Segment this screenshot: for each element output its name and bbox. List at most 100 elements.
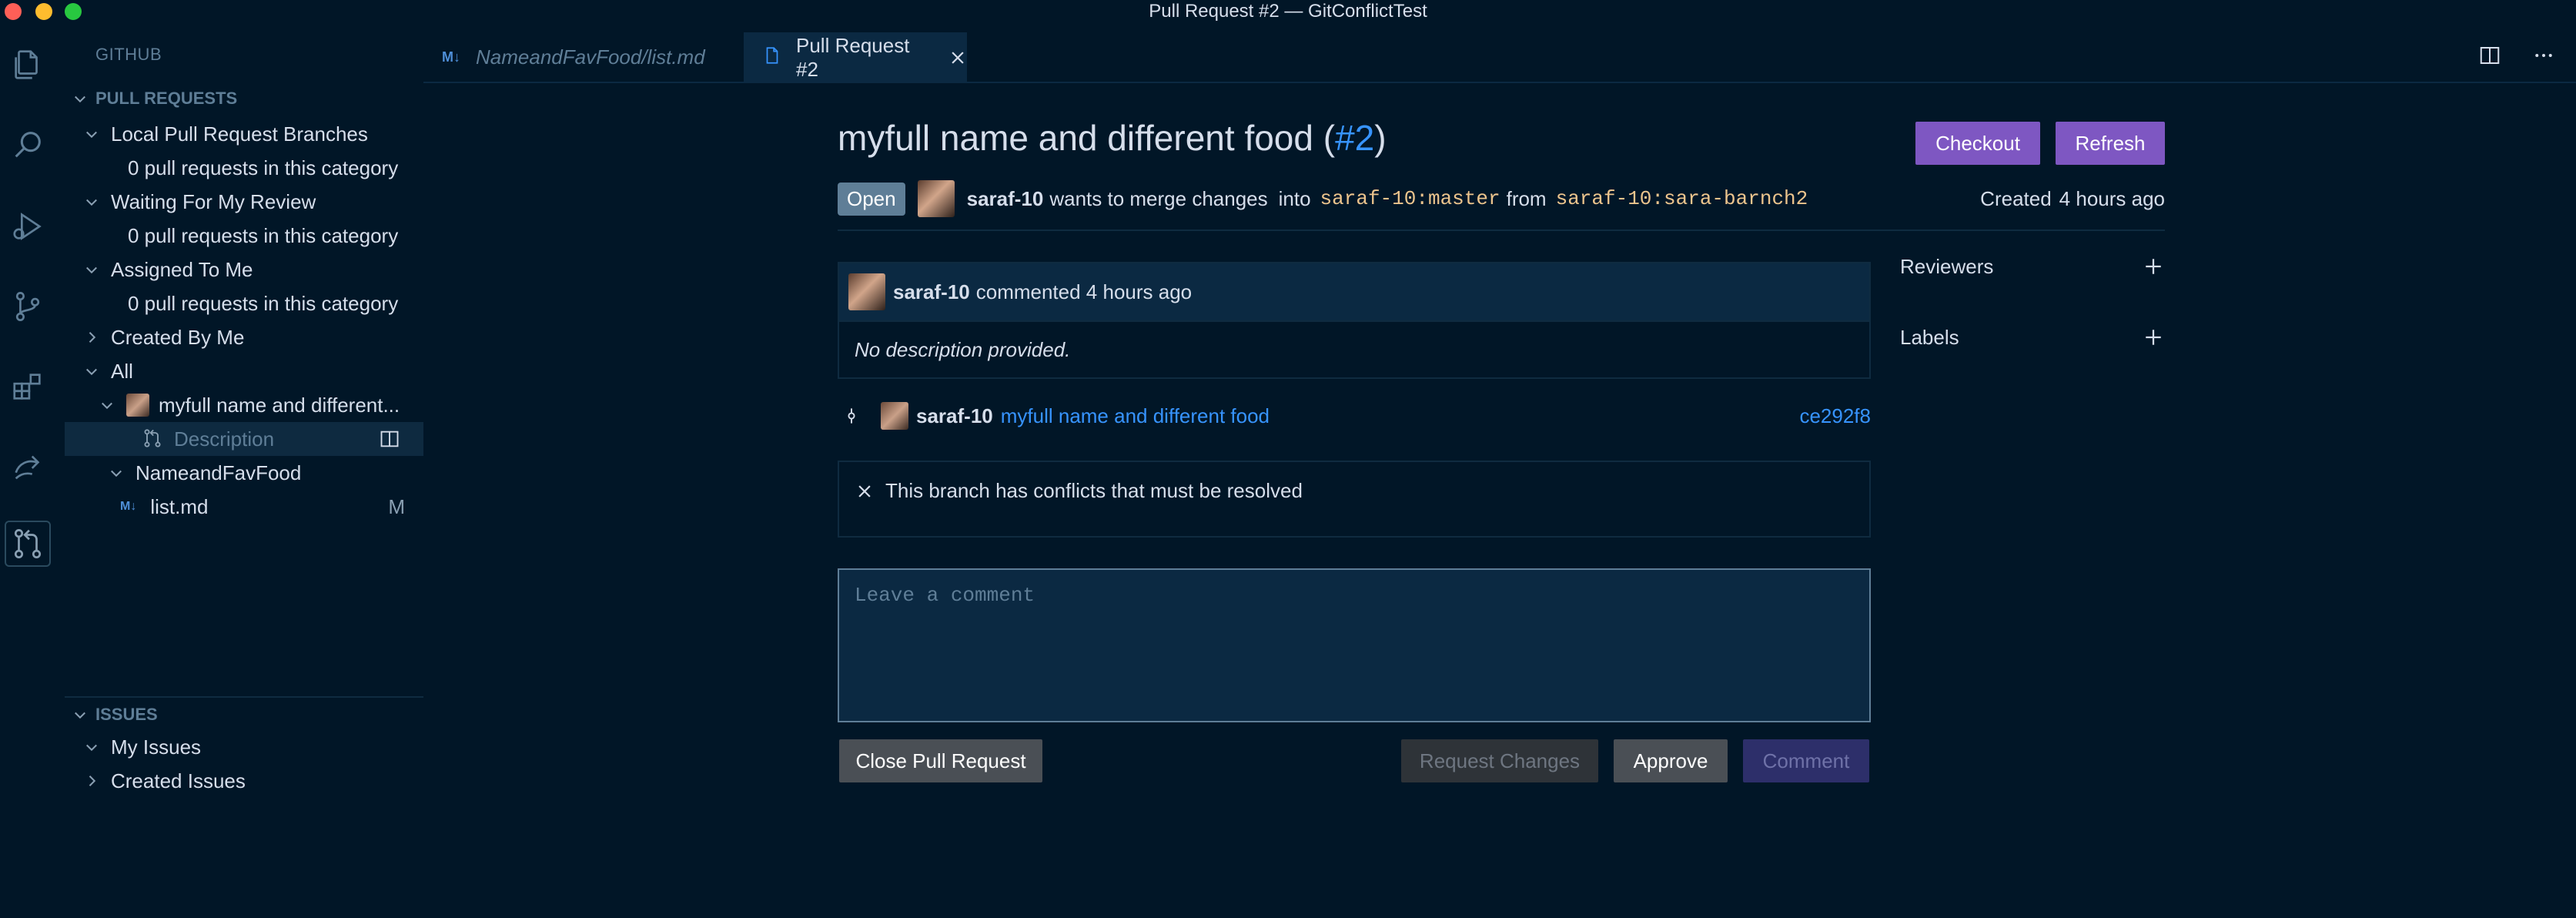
tree-item-empty: 0 pull requests in this category	[65, 219, 423, 253]
tree-item-local-branches[interactable]: Local Pull Request Branches	[65, 117, 423, 151]
reviewers-section: Reviewers	[1900, 245, 2165, 288]
chevron-down-icon	[95, 397, 119, 413]
git-commit-icon	[838, 407, 865, 424]
tree-item-label: Description	[174, 427, 275, 451]
chevron-down-icon	[65, 707, 95, 722]
comment-body: No description provided.	[855, 337, 1071, 361]
tree-item-label: NameandFavFood	[135, 461, 302, 484]
pr-status-row: Open saraf-10 wants to merge changes int…	[838, 177, 1808, 220]
pull-requests-section-header[interactable]: PULL REQUESTS	[65, 83, 237, 114]
author-link[interactable]: saraf-10	[967, 187, 1044, 211]
chevron-down-icon	[65, 91, 95, 106]
avatar	[848, 273, 885, 310]
created-info: Created 4 hours ago	[1980, 177, 2165, 220]
comment-textarea[interactable]	[838, 568, 1871, 722]
activity-bar	[0, 31, 55, 918]
close-icon[interactable]	[949, 49, 967, 67]
tree-item-label: 0 pull requests in this category	[128, 156, 399, 179]
remote-explorer-icon[interactable]	[5, 444, 51, 490]
tab-list-md[interactable]: M↓ NameandFavFood/list.md	[423, 31, 744, 83]
request-changes-button[interactable]: Request Changes	[1401, 739, 1598, 782]
tree-item-my-issues[interactable]: My Issues	[65, 730, 423, 764]
labels-label: Labels	[1900, 325, 1959, 349]
tree-item-label: My Issues	[111, 735, 202, 759]
tree-item-label: 0 pull requests in this category	[128, 291, 399, 315]
file-status-badge: M	[388, 494, 405, 518]
avatar	[917, 180, 955, 217]
merge-status-box: This branch has conflicts that must be r…	[838, 461, 1871, 538]
tab-label: NameandFavFood/list.md	[476, 45, 705, 69]
tab-pull-request[interactable]: Pull Request #2	[744, 31, 967, 83]
refresh-button[interactable]: Refresh	[2056, 122, 2165, 165]
commit-author[interactable]: saraf-10	[916, 404, 993, 428]
created-label: Created	[1980, 186, 2052, 210]
chevron-right-icon	[80, 330, 103, 345]
chevron-down-icon	[80, 364, 103, 379]
window-title: Pull Request #2 — GitConflictTest	[1149, 1, 1427, 22]
merge-text: wants to merge changes	[1049, 186, 1268, 210]
chevron-down-icon	[105, 465, 128, 481]
close-icon	[856, 483, 873, 500]
sidebar-header: GITHUB	[95, 45, 162, 64]
pull-request-icon	[142, 427, 165, 451]
source-control-icon[interactable]	[5, 283, 51, 330]
title-bar: Pull Request #2 — GitConflictTest	[0, 0, 2576, 23]
status-badge: Open	[838, 182, 905, 216]
labels-section: Labels	[1900, 316, 2165, 359]
into-text: into	[1278, 186, 1311, 210]
extensions-icon[interactable]	[5, 364, 51, 410]
tree-item-description[interactable]: Description	[65, 422, 423, 456]
commit-row: saraf-10 myfull name and different food …	[838, 394, 1871, 437]
tree-item-label: Waiting For My Review	[111, 189, 316, 213]
pr-title-text: myfull name and different food (	[838, 118, 1336, 158]
tree-item-label: Created Issues	[111, 769, 246, 792]
tree-item-empty: 0 pull requests in this category	[65, 286, 423, 320]
close-pull-request-button[interactable]: Close Pull Request	[839, 739, 1042, 782]
source-branch: saraf-10:sara-barnch2	[1555, 187, 1808, 210]
tree-item-label: Local Pull Request Branches	[111, 122, 368, 146]
tree-item-all[interactable]: All	[65, 354, 423, 388]
tree-item-label: list.md	[150, 494, 209, 518]
issues-section-header[interactable]: ISSUES	[65, 699, 158, 730]
markdown-icon: M↓	[442, 49, 460, 65]
split-editor-icon[interactable]	[379, 428, 400, 450]
target-branch: saraf-10:master	[1320, 187, 1500, 210]
add-label-icon[interactable]	[2142, 326, 2165, 349]
tab-label: Pull Request #2	[796, 34, 910, 81]
explorer-icon[interactable]	[5, 42, 51, 88]
divider	[838, 230, 2165, 231]
sidebar: GITHUB PULL REQUESTS Local Pull Request …	[65, 31, 423, 918]
avatar	[881, 402, 908, 430]
tree-item-label: Assigned To Me	[111, 257, 253, 281]
tree-item-waiting-review[interactable]: Waiting For My Review	[65, 185, 423, 219]
tree-item-empty: 0 pull requests in this category	[65, 151, 423, 185]
checkout-button[interactable]: Checkout	[1915, 122, 2040, 165]
pr-number-link[interactable]: #2	[1335, 118, 1374, 158]
description-comment: saraf-10 commented 4 hours ago No descri…	[838, 262, 1871, 379]
tree-item-label: Created By Me	[111, 325, 245, 349]
commit-message-link[interactable]: myfull name and different food	[1001, 404, 1270, 428]
approve-button[interactable]: Approve	[1614, 739, 1728, 782]
tree-item-created-by-me[interactable]: Created By Me	[65, 320, 423, 354]
tree-item-pr-entry[interactable]: myfull name and different...	[65, 388, 423, 422]
tree-item-file[interactable]: M↓ list.md M	[65, 490, 423, 524]
search-icon[interactable]	[5, 122, 51, 168]
tree-item-label: 0 pull requests in this category	[128, 223, 399, 247]
comment-author[interactable]: saraf-10	[893, 280, 970, 304]
chevron-down-icon	[80, 194, 103, 209]
page-title: myfull name and different food (#2)	[838, 117, 1387, 159]
tree-item-created-issues[interactable]: Created Issues	[65, 764, 423, 798]
run-debug-icon[interactable]	[5, 203, 51, 250]
pull-requests-icon[interactable]	[5, 521, 51, 567]
from-text: from	[1506, 186, 1547, 210]
chevron-down-icon	[80, 262, 103, 277]
add-reviewer-icon[interactable]	[2142, 255, 2165, 278]
commit-hash-link[interactable]: ce292f8	[1799, 404, 1871, 428]
tree-item-label: All	[111, 359, 133, 383]
split-editor-icon[interactable]	[2476, 42, 2504, 69]
pull-requests-section-label: PULL REQUESTS	[95, 89, 238, 108]
tree-item-assigned[interactable]: Assigned To Me	[65, 253, 423, 286]
tree-item-folder[interactable]: NameandFavFood	[65, 456, 423, 490]
comment-button[interactable]: Comment	[1743, 739, 1869, 782]
more-actions-icon[interactable]	[2530, 42, 2558, 69]
